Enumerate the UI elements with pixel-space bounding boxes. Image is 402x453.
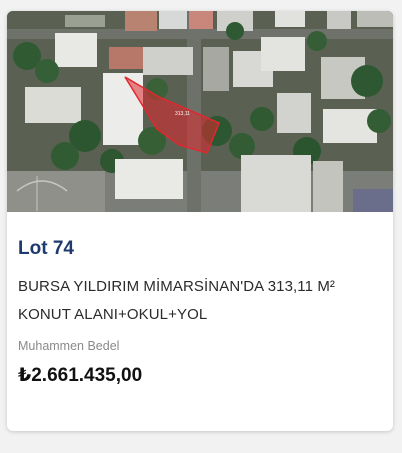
listing-image[interactable]: 313,11 — [7, 11, 393, 212]
listing-price: ₺2.661.435,00 — [18, 365, 143, 386]
price-label: Muhammen Bedel — [18, 339, 120, 353]
listing-card[interactable]: 313,11 Lot 74 BURSA YILDIRIM MİMARSİNAN'… — [7, 11, 393, 431]
satellite-map-image: 313,11 — [7, 11, 393, 212]
parcel-area-label: 313,11 — [175, 111, 190, 117]
listing-description: BURSA YILDIRIM MİMARSİNAN'DA 313,11 M² K… — [18, 278, 336, 323]
lot-title[interactable]: Lot 74 — [18, 237, 74, 261]
